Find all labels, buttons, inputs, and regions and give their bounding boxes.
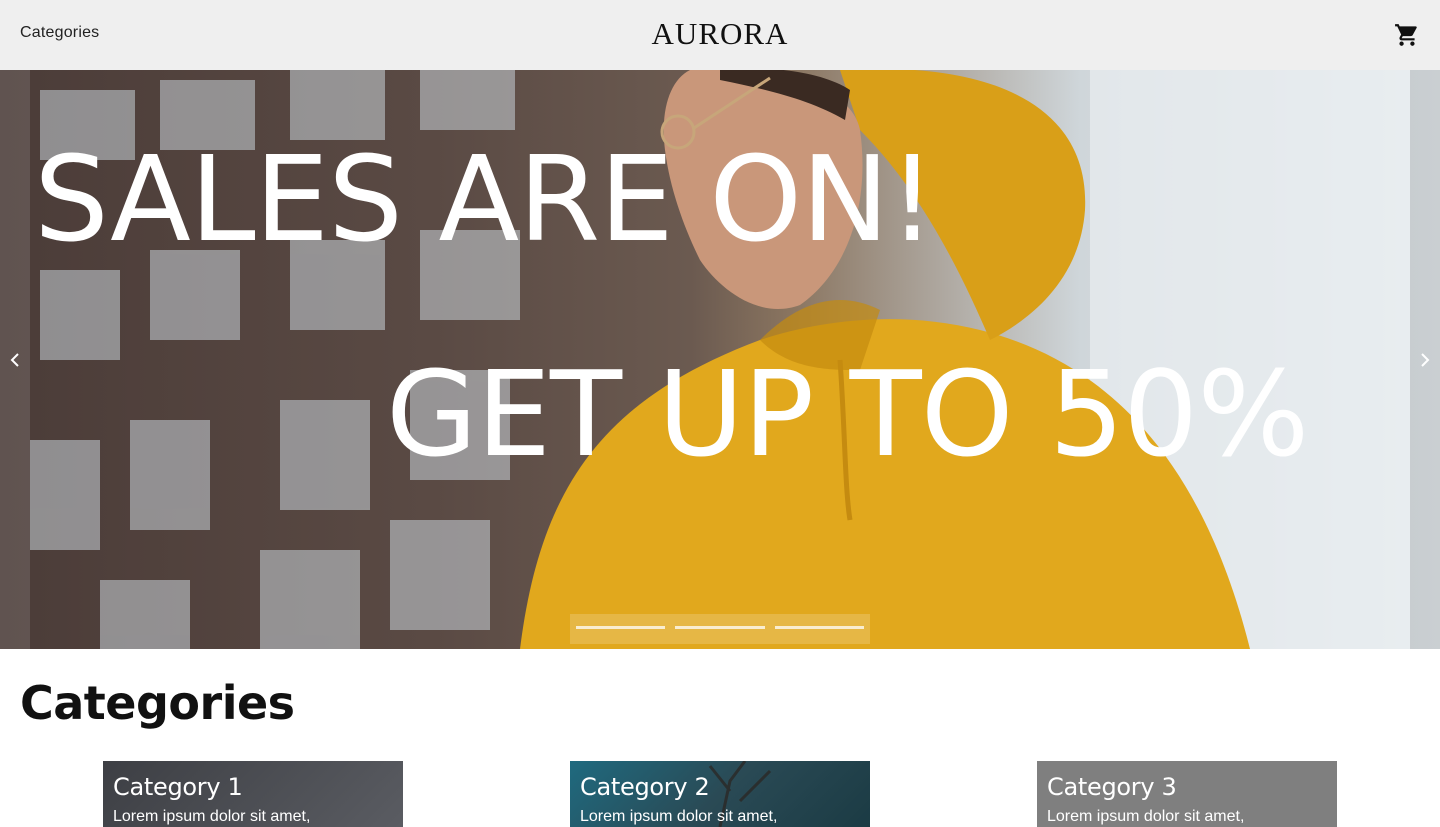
category-card-description: Lorem ipsum dolor sit amet, bbox=[113, 808, 311, 825]
category-card-3[interactable]: Category 3 Lorem ipsum dolor sit amet, bbox=[1037, 761, 1337, 827]
brand-wrapper: AURORA bbox=[0, 16, 1440, 52]
carousel-indicator-2[interactable] bbox=[675, 626, 765, 629]
category-card-1[interactable]: Category 1 Lorem ipsum dolor sit amet, bbox=[103, 761, 403, 827]
hero-headline-sales: SALES ARE ON! bbox=[34, 130, 936, 268]
chevron-right-icon[interactable] bbox=[1418, 349, 1432, 371]
shopping-cart-icon[interactable] bbox=[1394, 22, 1420, 48]
top-navbar: Categories AURORA bbox=[0, 0, 1440, 70]
category-card-title: Category 3 bbox=[1047, 773, 1177, 801]
nav-categories-link[interactable]: Categories bbox=[20, 24, 99, 42]
carousel-indicators bbox=[570, 614, 870, 644]
carousel-indicator-3[interactable] bbox=[774, 626, 864, 629]
category-card-title: Category 2 bbox=[580, 773, 710, 801]
categories-heading: Categories bbox=[20, 676, 295, 730]
category-card-title: Category 1 bbox=[113, 773, 243, 801]
category-card-2[interactable]: Category 2 Lorem ipsum dolor sit amet, bbox=[570, 761, 870, 827]
hero-headline-discount: GET UP TO 50% bbox=[386, 345, 1309, 483]
hero-carousel: SALES ARE ON! GET UP TO 50% bbox=[0, 70, 1440, 649]
carousel-indicator-1[interactable] bbox=[576, 626, 666, 629]
category-card-description: Lorem ipsum dolor sit amet, bbox=[580, 808, 778, 825]
chevron-left-icon[interactable] bbox=[8, 349, 22, 371]
brand-logo[interactable]: AURORA bbox=[652, 16, 789, 51]
category-card-description: Lorem ipsum dolor sit amet, bbox=[1047, 808, 1245, 825]
